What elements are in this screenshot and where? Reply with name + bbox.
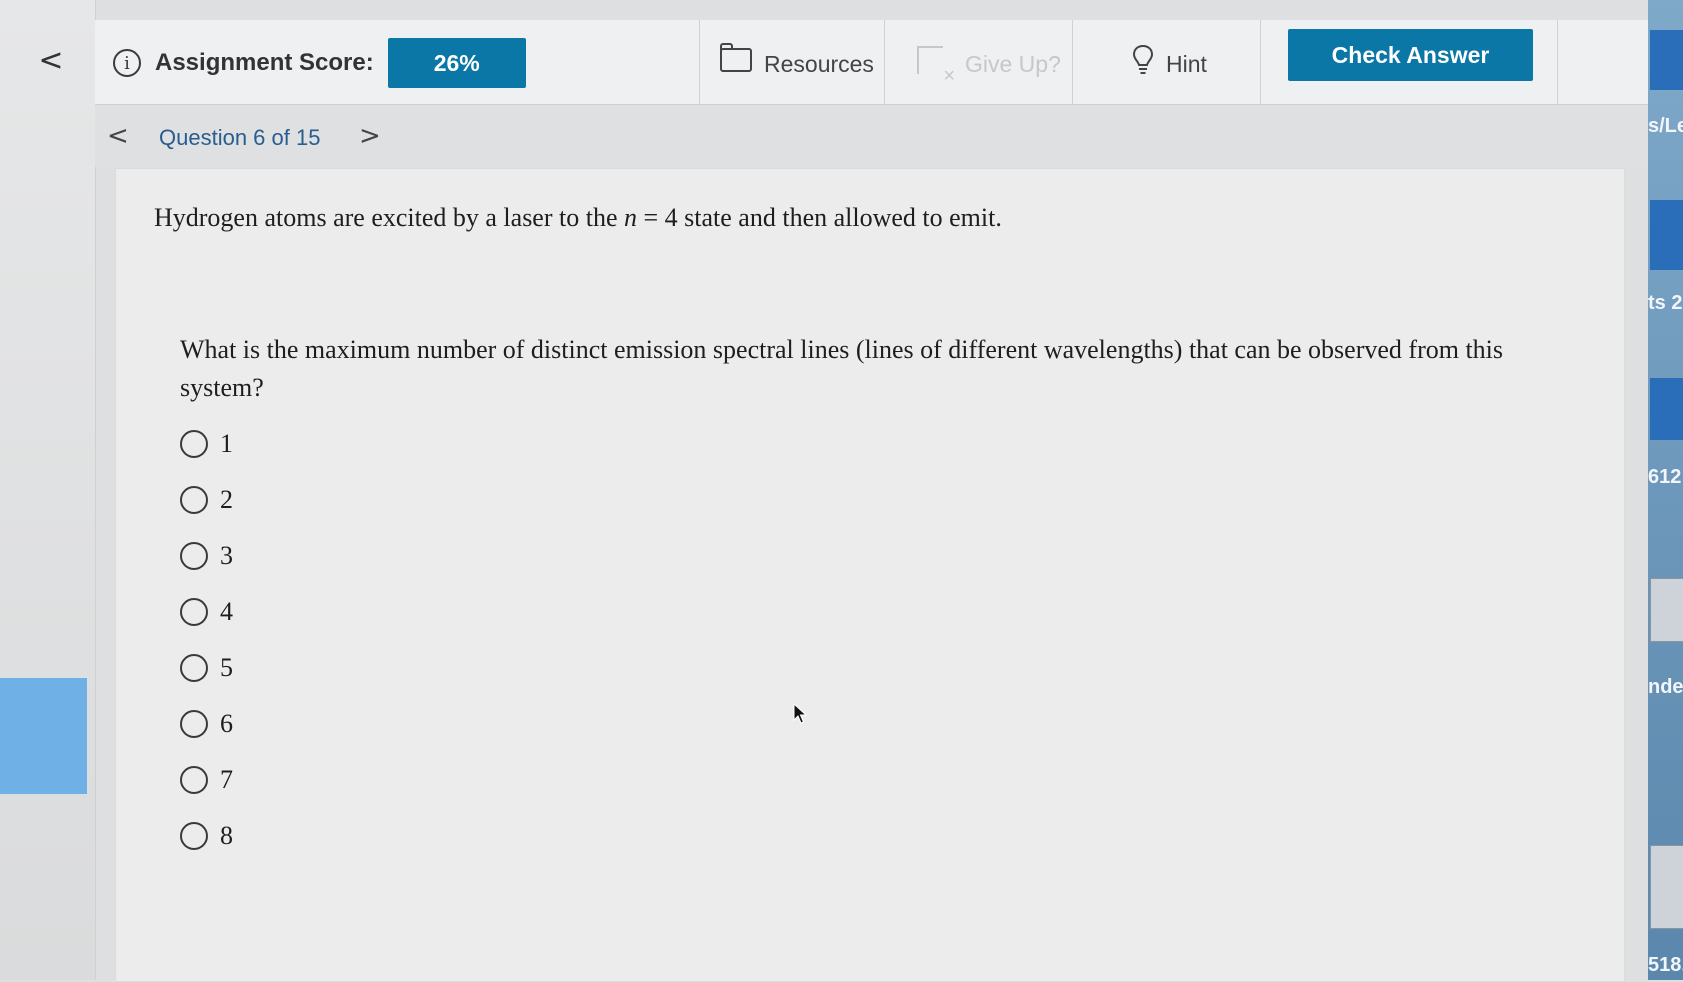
background-text: ts 2: [1648, 292, 1683, 314]
background-text: 518.: [1648, 954, 1683, 976]
option-label: 4: [220, 597, 233, 626]
stem-variable: n: [624, 203, 637, 232]
answer-option-5[interactable]: 5: [180, 640, 233, 696]
answer-option-6[interactable]: 6: [180, 696, 233, 752]
folder-icon: [720, 43, 752, 72]
question-stem: Hydrogen atoms are excited by a laser to…: [154, 203, 1002, 233]
option-label: 8: [220, 821, 233, 850]
chevron-left-icon: <: [38, 42, 64, 78]
question-card: Hydrogen atoms are excited by a laser to…: [115, 168, 1625, 982]
option-label: 3: [220, 541, 233, 570]
option-label: 5: [220, 653, 233, 682]
stem-text: = 4 state and then allowed to emit.: [637, 203, 1002, 232]
answer-options: 1 2 3 4 5 6 7 8: [180, 416, 233, 864]
give-up-button[interactable]: Give Up?: [917, 42, 1061, 86]
option-label: 7: [220, 765, 233, 794]
background-band: [1650, 30, 1683, 90]
score-badge: 26%: [387, 38, 526, 88]
back-button[interactable]: <: [38, 40, 64, 80]
question-prompt: What is the maximum number of distinct e…: [180, 335, 1504, 402]
answer-option-4[interactable]: 4: [180, 584, 233, 640]
toolbar-divider: [1557, 20, 1558, 104]
radio-button[interactable]: [180, 710, 208, 738]
resources-label: Resources: [764, 50, 874, 77]
background-text: 612: [1648, 466, 1682, 488]
question-counter[interactable]: Question 6 of 15: [159, 125, 320, 151]
check-answer-button[interactable]: Check Answer: [1288, 29, 1533, 81]
radio-button[interactable]: [180, 654, 208, 682]
toolbar-divider: [699, 20, 700, 104]
lightbulb-icon: [1132, 44, 1154, 74]
background-thumbnail: [1650, 845, 1683, 929]
toolbar-divider: [1072, 20, 1073, 104]
background-thumbnail: [1650, 578, 1683, 642]
left-panel: <: [0, 0, 96, 980]
background-text: s/Let: [1648, 115, 1683, 137]
previous-question-button[interactable]: <: [107, 121, 129, 151]
answer-option-2[interactable]: 2: [180, 472, 233, 528]
toolbar-divider: [1260, 20, 1261, 104]
option-label: 1: [220, 429, 233, 458]
assignment-toolbar: i Assignment Score: 26% Resources Give U…: [95, 20, 1648, 105]
mouse-cursor-icon: [793, 703, 807, 724]
option-label: 6: [220, 709, 233, 738]
stem-text: Hydrogen atoms are excited by a laser to…: [154, 203, 624, 232]
radio-button[interactable]: [180, 430, 208, 458]
resources-button[interactable]: Resources: [720, 42, 874, 86]
next-question-button[interactable]: >: [359, 121, 381, 151]
radio-button[interactable]: [180, 822, 208, 850]
radio-button[interactable]: [180, 598, 208, 626]
give-up-label: Give Up?: [965, 50, 1061, 77]
background-band: [1650, 200, 1683, 270]
answer-option-7[interactable]: 7: [180, 752, 233, 808]
background-band: [1650, 378, 1683, 440]
option-label: 2: [220, 485, 233, 514]
question-navigation: < Question 6 of 15 >: [95, 105, 1648, 167]
answer-option-3[interactable]: 3: [180, 528, 233, 584]
background-window: s/Let ts 2 612 nde 518.: [1648, 0, 1683, 980]
answer-option-8[interactable]: 8: [180, 808, 233, 864]
side-tab-highlight[interactable]: [0, 678, 87, 794]
background-text: nde: [1648, 676, 1683, 698]
score-label: Assignment Score:: [155, 49, 374, 76]
answer-option-1[interactable]: 1: [180, 416, 233, 472]
info-icon[interactable]: i: [113, 49, 141, 77]
hint-button[interactable]: Hint: [1132, 42, 1207, 86]
toolbar-divider: [884, 20, 885, 104]
radio-button[interactable]: [180, 542, 208, 570]
radio-button[interactable]: [180, 766, 208, 794]
assignment-score: i Assignment Score: 26%: [113, 38, 526, 88]
give-up-icon: [917, 46, 955, 86]
radio-button[interactable]: [180, 486, 208, 514]
hint-label: Hint: [1166, 50, 1207, 77]
